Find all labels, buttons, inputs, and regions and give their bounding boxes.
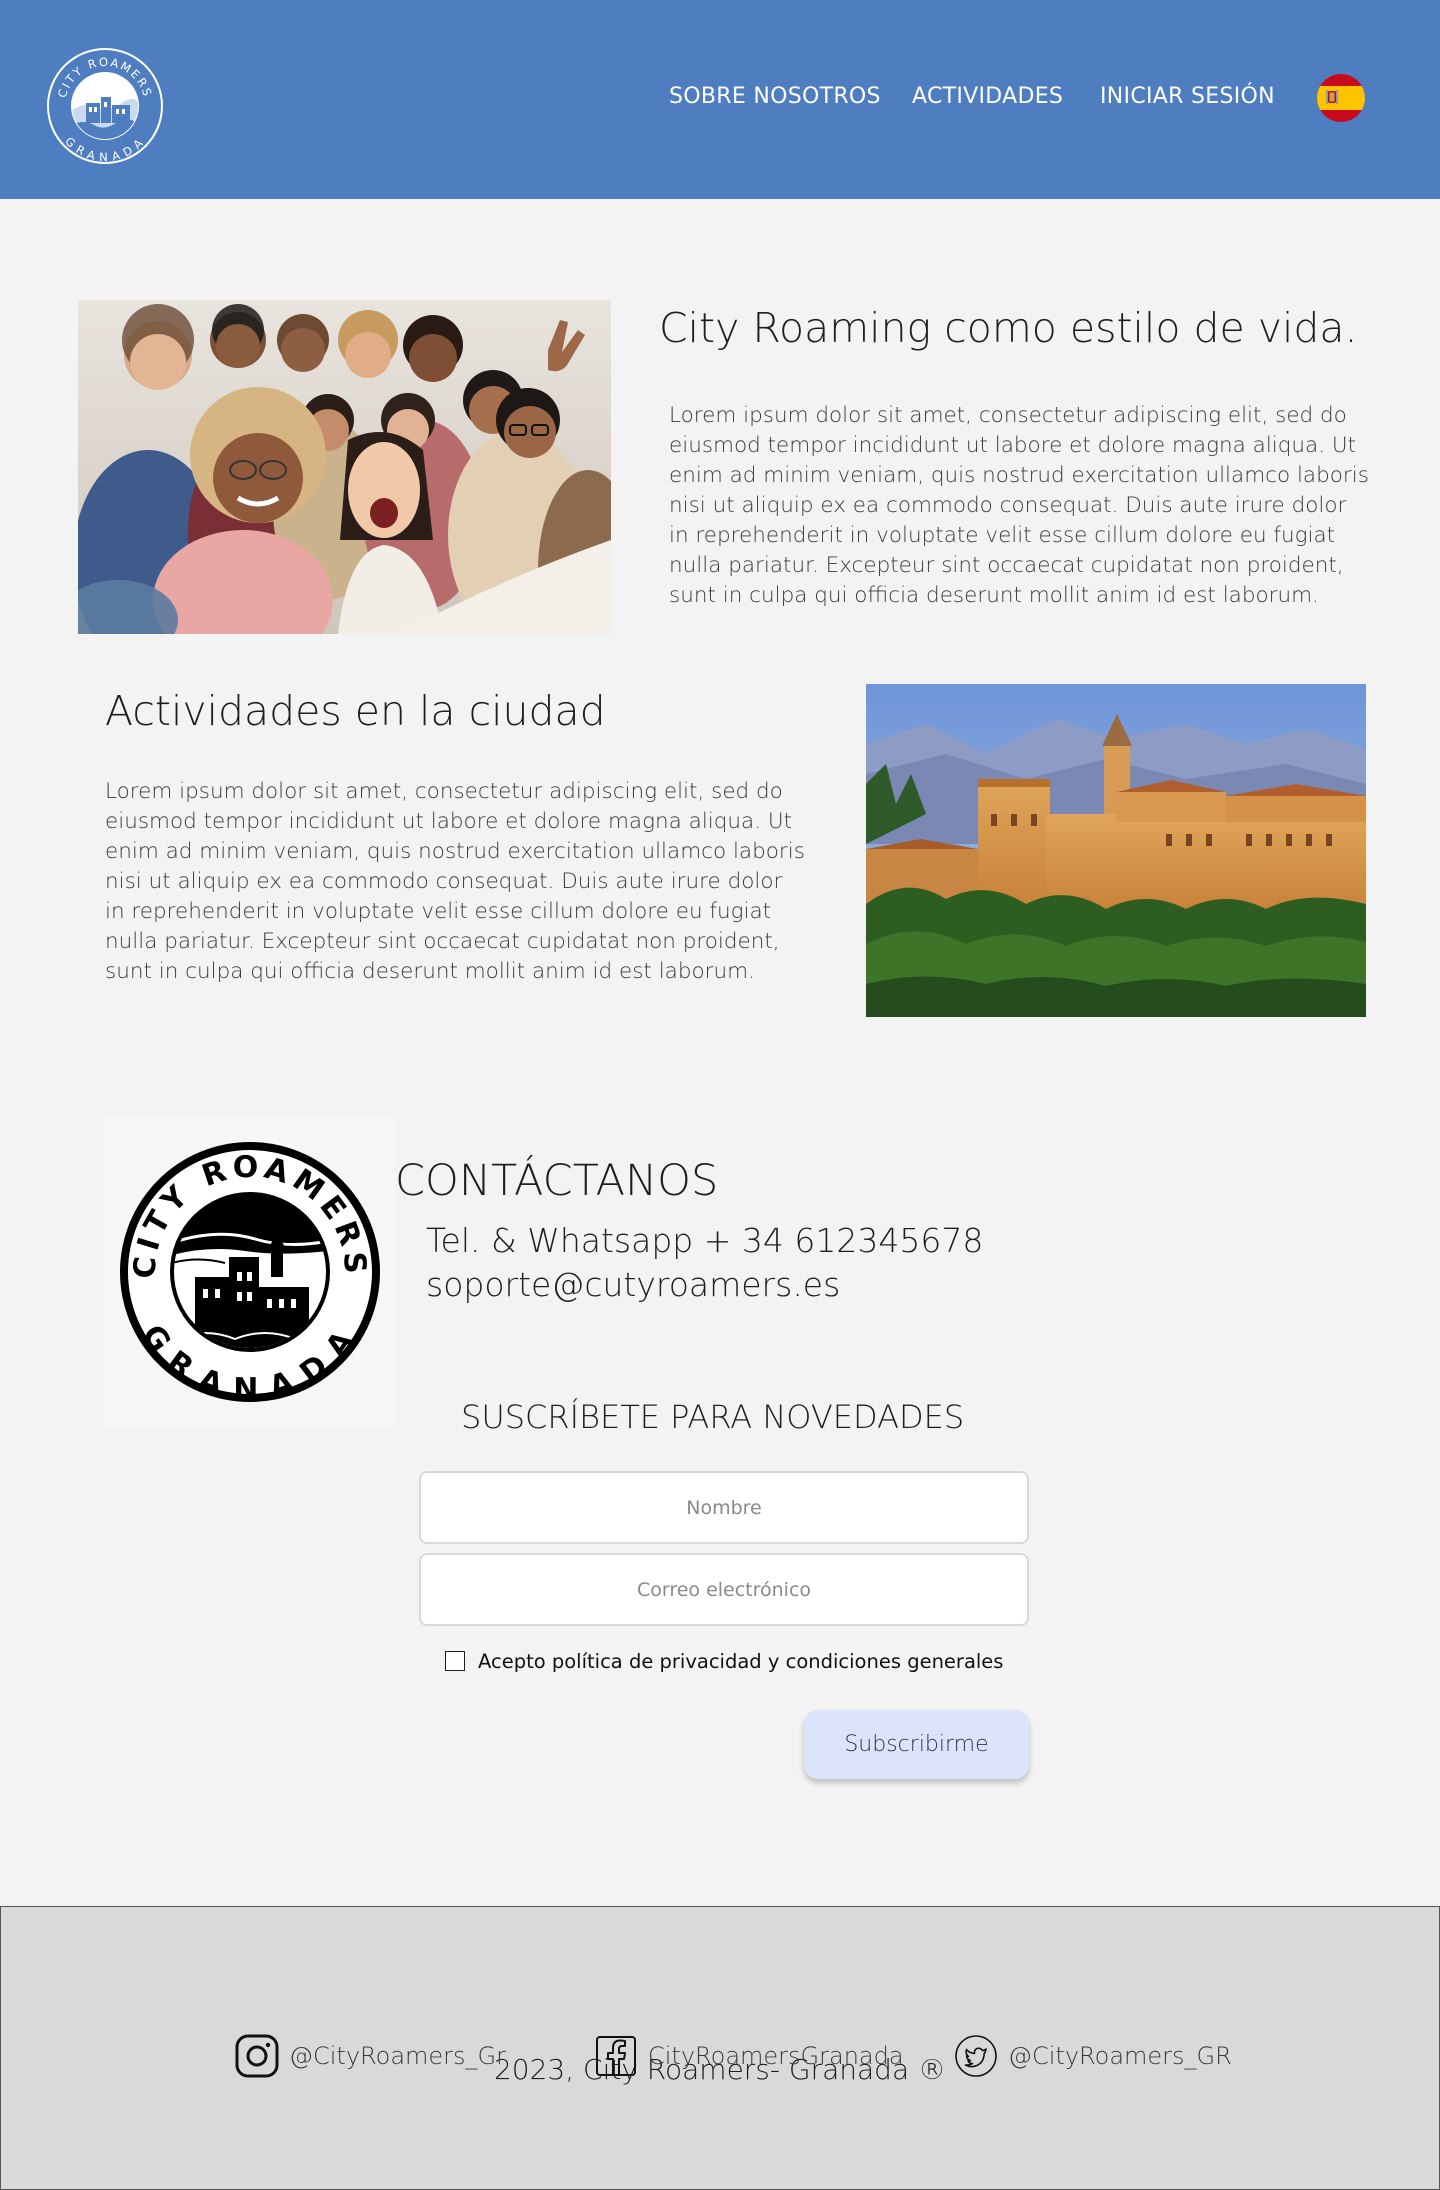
nav-actividades[interactable]: ACTIVIDADES [912,84,1063,109]
spain-flag-icon[interactable] [1317,74,1365,122]
subscribe-title: SUSCRÍBETE PARA NOVEDADES [461,1398,965,1436]
name-input[interactable] [419,1471,1029,1544]
badge-emblem-icon: CITY ROAMERS GRANADA [120,1142,380,1407]
intro-title: City Roaming como estilo de vida. [659,304,1358,352]
consent-label[interactable]: Acepto política de privacidad y condicio… [478,1650,1003,1673]
facebook-handle: CityRoamersGranada [648,2042,904,2070]
nav-sobre-nosotros[interactable]: SOBRE NOSOTROS [669,84,881,109]
email-input[interactable] [419,1553,1029,1626]
instagram-link[interactable]: @CityRoamers_Gr [235,2034,506,2078]
instagram-handle: @CityRoamers_Gr [289,2042,507,2070]
twitter-handle: @CityRoamers_GR [1008,2042,1232,2070]
logo-emblem-icon: CITY ROAMERS GRANADA [47,48,163,164]
twitter-icon [955,2035,997,2077]
activities-paragraph: Lorem ipsum dolor sit amet, consectetur … [105,779,805,984]
consent-row: Acepto política de privacidad y condicio… [445,1648,1003,1674]
contact-phone: Tel. & Whatsapp + 34 612345678 [426,1221,984,1260]
twitter-link[interactable]: @CityRoamers_GR [954,2034,1232,2078]
instagram-icon [235,2034,279,2078]
city-roamers-logo[interactable]: CITY ROAMERS GRANADA [44,45,166,167]
facebook-icon [596,2036,636,2076]
facebook-link[interactable]: CityRoamersGranada [594,2034,904,2078]
intro-paragraph: Lorem ipsum dolor sit amet, consectetur … [669,403,1369,608]
subscribe-button[interactable]: Subscribirme [804,1710,1029,1779]
activities-title: Actividades en la ciudad [105,687,606,735]
alhambra-photo [866,684,1366,1017]
contact-email[interactable]: soporte@cutyroamers.es [426,1265,840,1304]
group-selfie-photo [78,300,611,634]
consent-checkbox[interactable] [445,1651,465,1671]
contact-title: CONTÁCTANOS [395,1156,719,1206]
site-header: CITY ROAMERS GRANADA SOBRE NOSOTROS ACTI… [0,0,1440,199]
city-roamers-badge: CITY ROAMERS GRANADA [105,1117,395,1427]
nav-iniciar-sesion[interactable]: INICIAR SESIÓN [1100,84,1275,109]
